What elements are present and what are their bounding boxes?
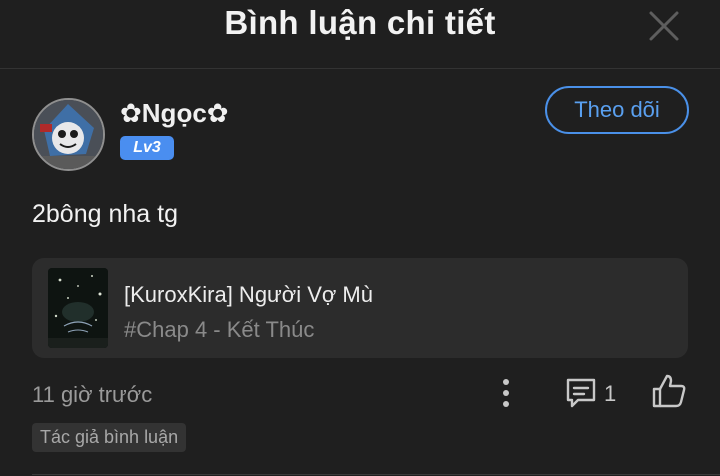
manga-card[interactable]: [KuroxKira] Người Vợ Mù #Chap 4 - Kết Th… (32, 258, 688, 358)
more-options-button[interactable] (498, 376, 514, 410)
comment-timestamp: 11 giờ trước (32, 382, 153, 407)
page-title: Bình luận chi tiết (224, 4, 496, 41)
like-button[interactable] (650, 372, 688, 410)
close-button[interactable] (646, 8, 682, 44)
comment-author-row: ✿Ngọc✿ Lv3 Theo dõi (32, 86, 692, 174)
header-bar: Bình luận chi tiết (0, 0, 720, 69)
manga-title: [KuroxKira] Người Vợ Mù (124, 282, 373, 307)
avatar-image (34, 100, 103, 169)
thumbs-up-icon (652, 374, 686, 408)
manga-cover (48, 268, 108, 348)
more-vertical-icon (503, 379, 509, 407)
close-icon (649, 11, 679, 41)
divider (32, 474, 720, 475)
author-comment-tag: Tác giả bình luận (32, 423, 187, 452)
manga-cover-image (48, 268, 108, 348)
follow-button[interactable]: Theo dõi (545, 86, 689, 134)
comment-text: 2bông nha tg (32, 200, 178, 228)
reply-count: 1 (604, 381, 617, 406)
comment-footer: 11 giờ trước 1 (32, 374, 692, 412)
avatar[interactable] (32, 98, 105, 171)
username[interactable]: ✿Ngọc✿ (120, 98, 229, 129)
comment-icon (566, 378, 596, 408)
manga-chapter: #Chap 4 - Kết Thúc (124, 317, 315, 342)
level-badge: Lv3 (120, 136, 174, 160)
reply-button[interactable]: 1 (564, 376, 618, 410)
